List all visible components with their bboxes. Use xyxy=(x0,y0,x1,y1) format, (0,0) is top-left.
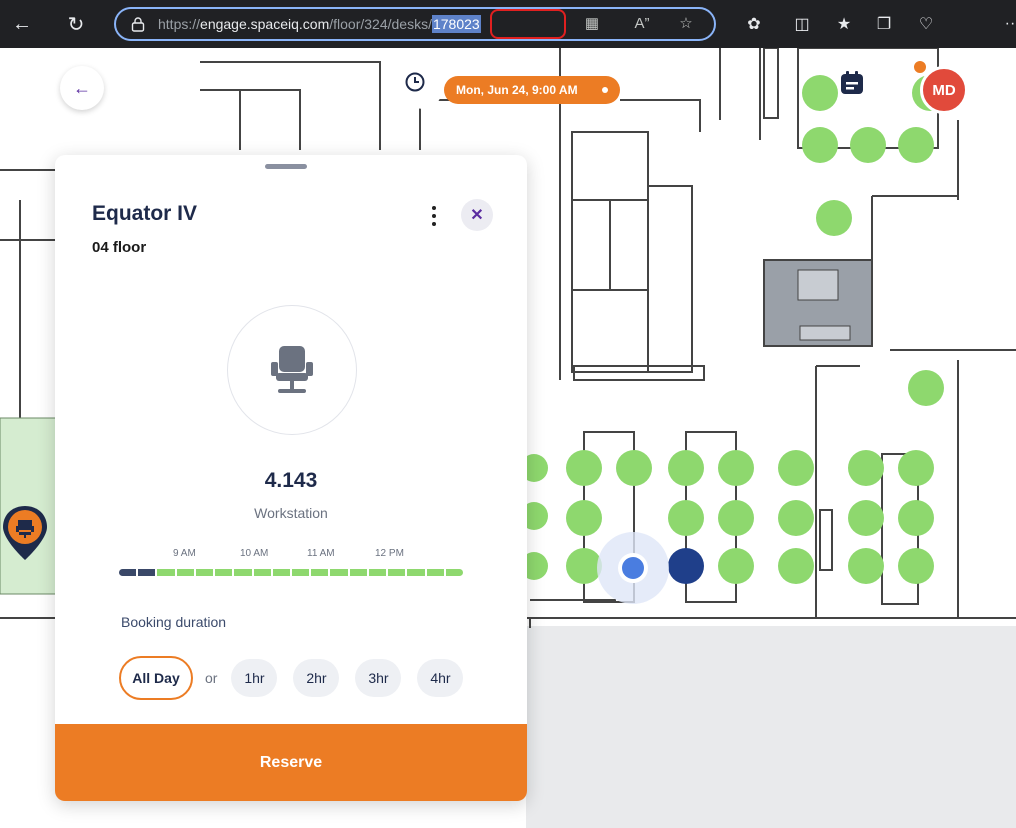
highlight-annotation xyxy=(490,9,566,39)
booking-duration-label: Booking duration xyxy=(121,614,227,630)
duration-1hr-button[interactable]: 1hr xyxy=(231,659,278,697)
duration-4hr-button[interactable]: 4hr xyxy=(417,659,464,697)
calendar-icon xyxy=(841,71,863,94)
refresh-icon[interactable]: ↻ xyxy=(58,6,94,42)
time-label: 9 AM xyxy=(173,548,196,559)
duration-3hr-button[interactable]: 3hr xyxy=(355,659,402,697)
building-title: Equator IV xyxy=(92,202,198,225)
time-label: 12 PM xyxy=(375,548,404,559)
app-grid-icon[interactable]: ▦ xyxy=(580,11,604,35)
extensions-icon[interactable]: ✿ xyxy=(740,10,768,38)
date-time-selector[interactable]: Mon, Jun 24, 9:00 AM xyxy=(444,76,620,104)
availability-timeline[interactable] xyxy=(119,569,463,576)
time-label: 11 AM xyxy=(307,548,335,559)
url-text: https://engage.spaceiq.com/floor/324/des… xyxy=(158,15,481,33)
user-avatar[interactable]: MD xyxy=(920,66,968,114)
notification-dot xyxy=(912,59,928,75)
collections-icon[interactable]: ❐ xyxy=(870,10,898,38)
desk-details-panel: Equator IV 04 floor ✕ 4.143 Workstation … xyxy=(55,155,527,801)
clock-icon[interactable] xyxy=(404,71,442,109)
or-label: or xyxy=(205,670,218,686)
drag-handle[interactable] xyxy=(265,164,307,169)
back-arrow-icon[interactable]: ← xyxy=(4,6,40,42)
read-aloud-icon[interactable]: A” xyxy=(630,11,654,35)
close-button[interactable]: ✕ xyxy=(461,199,493,231)
desk-image xyxy=(227,305,357,435)
url-selected-id: 178023 xyxy=(431,15,481,33)
time-label: 10 AM xyxy=(240,548,269,559)
split-screen-icon[interactable]: ◫ xyxy=(788,10,816,38)
date-dot-icon xyxy=(602,87,608,93)
map-back-button[interactable]: ← xyxy=(60,66,104,110)
date-time-label: Mon, Jun 24, 9:00 AM xyxy=(456,83,578,97)
duration-all-day-button[interactable]: All Day xyxy=(119,656,193,700)
duration-2hr-button[interactable]: 2hr xyxy=(293,659,340,697)
reserve-button[interactable]: Reserve xyxy=(55,724,527,801)
floor-label: 04 floor xyxy=(92,239,147,256)
address-bar[interactable]: https://engage.spaceiq.com/floor/324/des… xyxy=(114,7,716,41)
calendar-button[interactable] xyxy=(838,69,890,113)
browser-essentials-icon[interactable]: ♡ xyxy=(912,10,940,38)
favorite-star-icon[interactable]: ☆ xyxy=(674,11,698,35)
more-options-icon[interactable] xyxy=(424,199,444,233)
selected-desk-pin[interactable] xyxy=(0,504,50,562)
more-menu-icon[interactable]: ·· xyxy=(996,10,1016,38)
desk-name: 4.143 xyxy=(264,469,318,492)
duration-options: All Day or 1hr 2hr 3hr 4hr xyxy=(119,655,479,701)
office-chair-icon xyxy=(271,346,313,393)
browser-toolbar: ← ↻ https://engage.spaceiq.com/floor/324… xyxy=(0,0,1016,48)
desk-type: Workstation xyxy=(254,505,328,521)
favorites-list-icon[interactable]: ★ xyxy=(830,10,858,38)
lock-icon xyxy=(131,17,145,32)
